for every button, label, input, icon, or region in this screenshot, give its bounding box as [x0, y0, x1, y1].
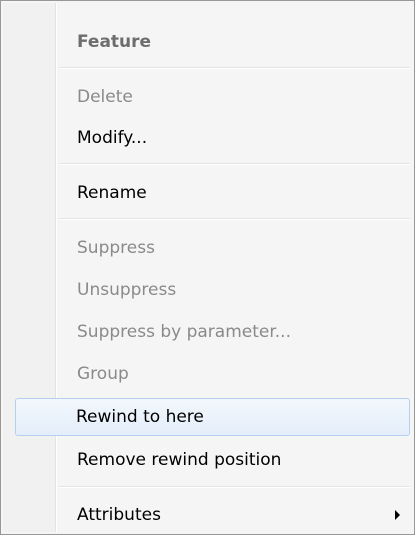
menu-header-label: Feature: [77, 32, 152, 52]
menu-header-feature: Feature: [3, 24, 412, 60]
menu-item-remove-rewind-position[interactable]: Remove rewind position: [3, 442, 412, 478]
submenu-arrow-icon: [395, 510, 400, 520]
menu-item-attributes[interactable]: Attributes: [3, 497, 412, 533]
menu-item-label: Unsuppress: [77, 280, 177, 300]
menu-item-group: Group: [3, 356, 412, 392]
menu-item-label: Rename: [77, 183, 147, 203]
menu-separator: [59, 163, 410, 165]
menu-item-rename[interactable]: Rename: [3, 175, 412, 211]
menu-item-suppress: Suppress: [3, 230, 412, 266]
menu-item-unsuppress: Unsuppress: [3, 272, 412, 308]
menu-item-label: Modify...: [77, 128, 148, 148]
menu-separator: [59, 67, 410, 69]
menu-item-label: Attributes: [77, 505, 161, 525]
menu-item-label: Rewind to here: [76, 407, 204, 427]
menu-item-label: Suppress: [77, 238, 155, 258]
menu-item-label: Suppress by parameter...: [77, 322, 291, 342]
context-menu: Feature Delete Modify... Rename Suppress…: [0, 0, 415, 535]
menu-item-delete: Delete: [3, 79, 412, 115]
menu-item-label: Group: [77, 364, 129, 384]
menu-separator: [59, 486, 410, 488]
menu-item-modify[interactable]: Modify...: [3, 120, 412, 156]
menu-item-rewind-to-here[interactable]: Rewind to here: [15, 398, 410, 436]
menu-item-suppress-by-parameter: Suppress by parameter...: [3, 314, 412, 350]
menu-item-label: Delete: [77, 87, 133, 107]
menu-item-label: Remove rewind position: [77, 450, 282, 470]
menu-separator: [59, 218, 410, 220]
